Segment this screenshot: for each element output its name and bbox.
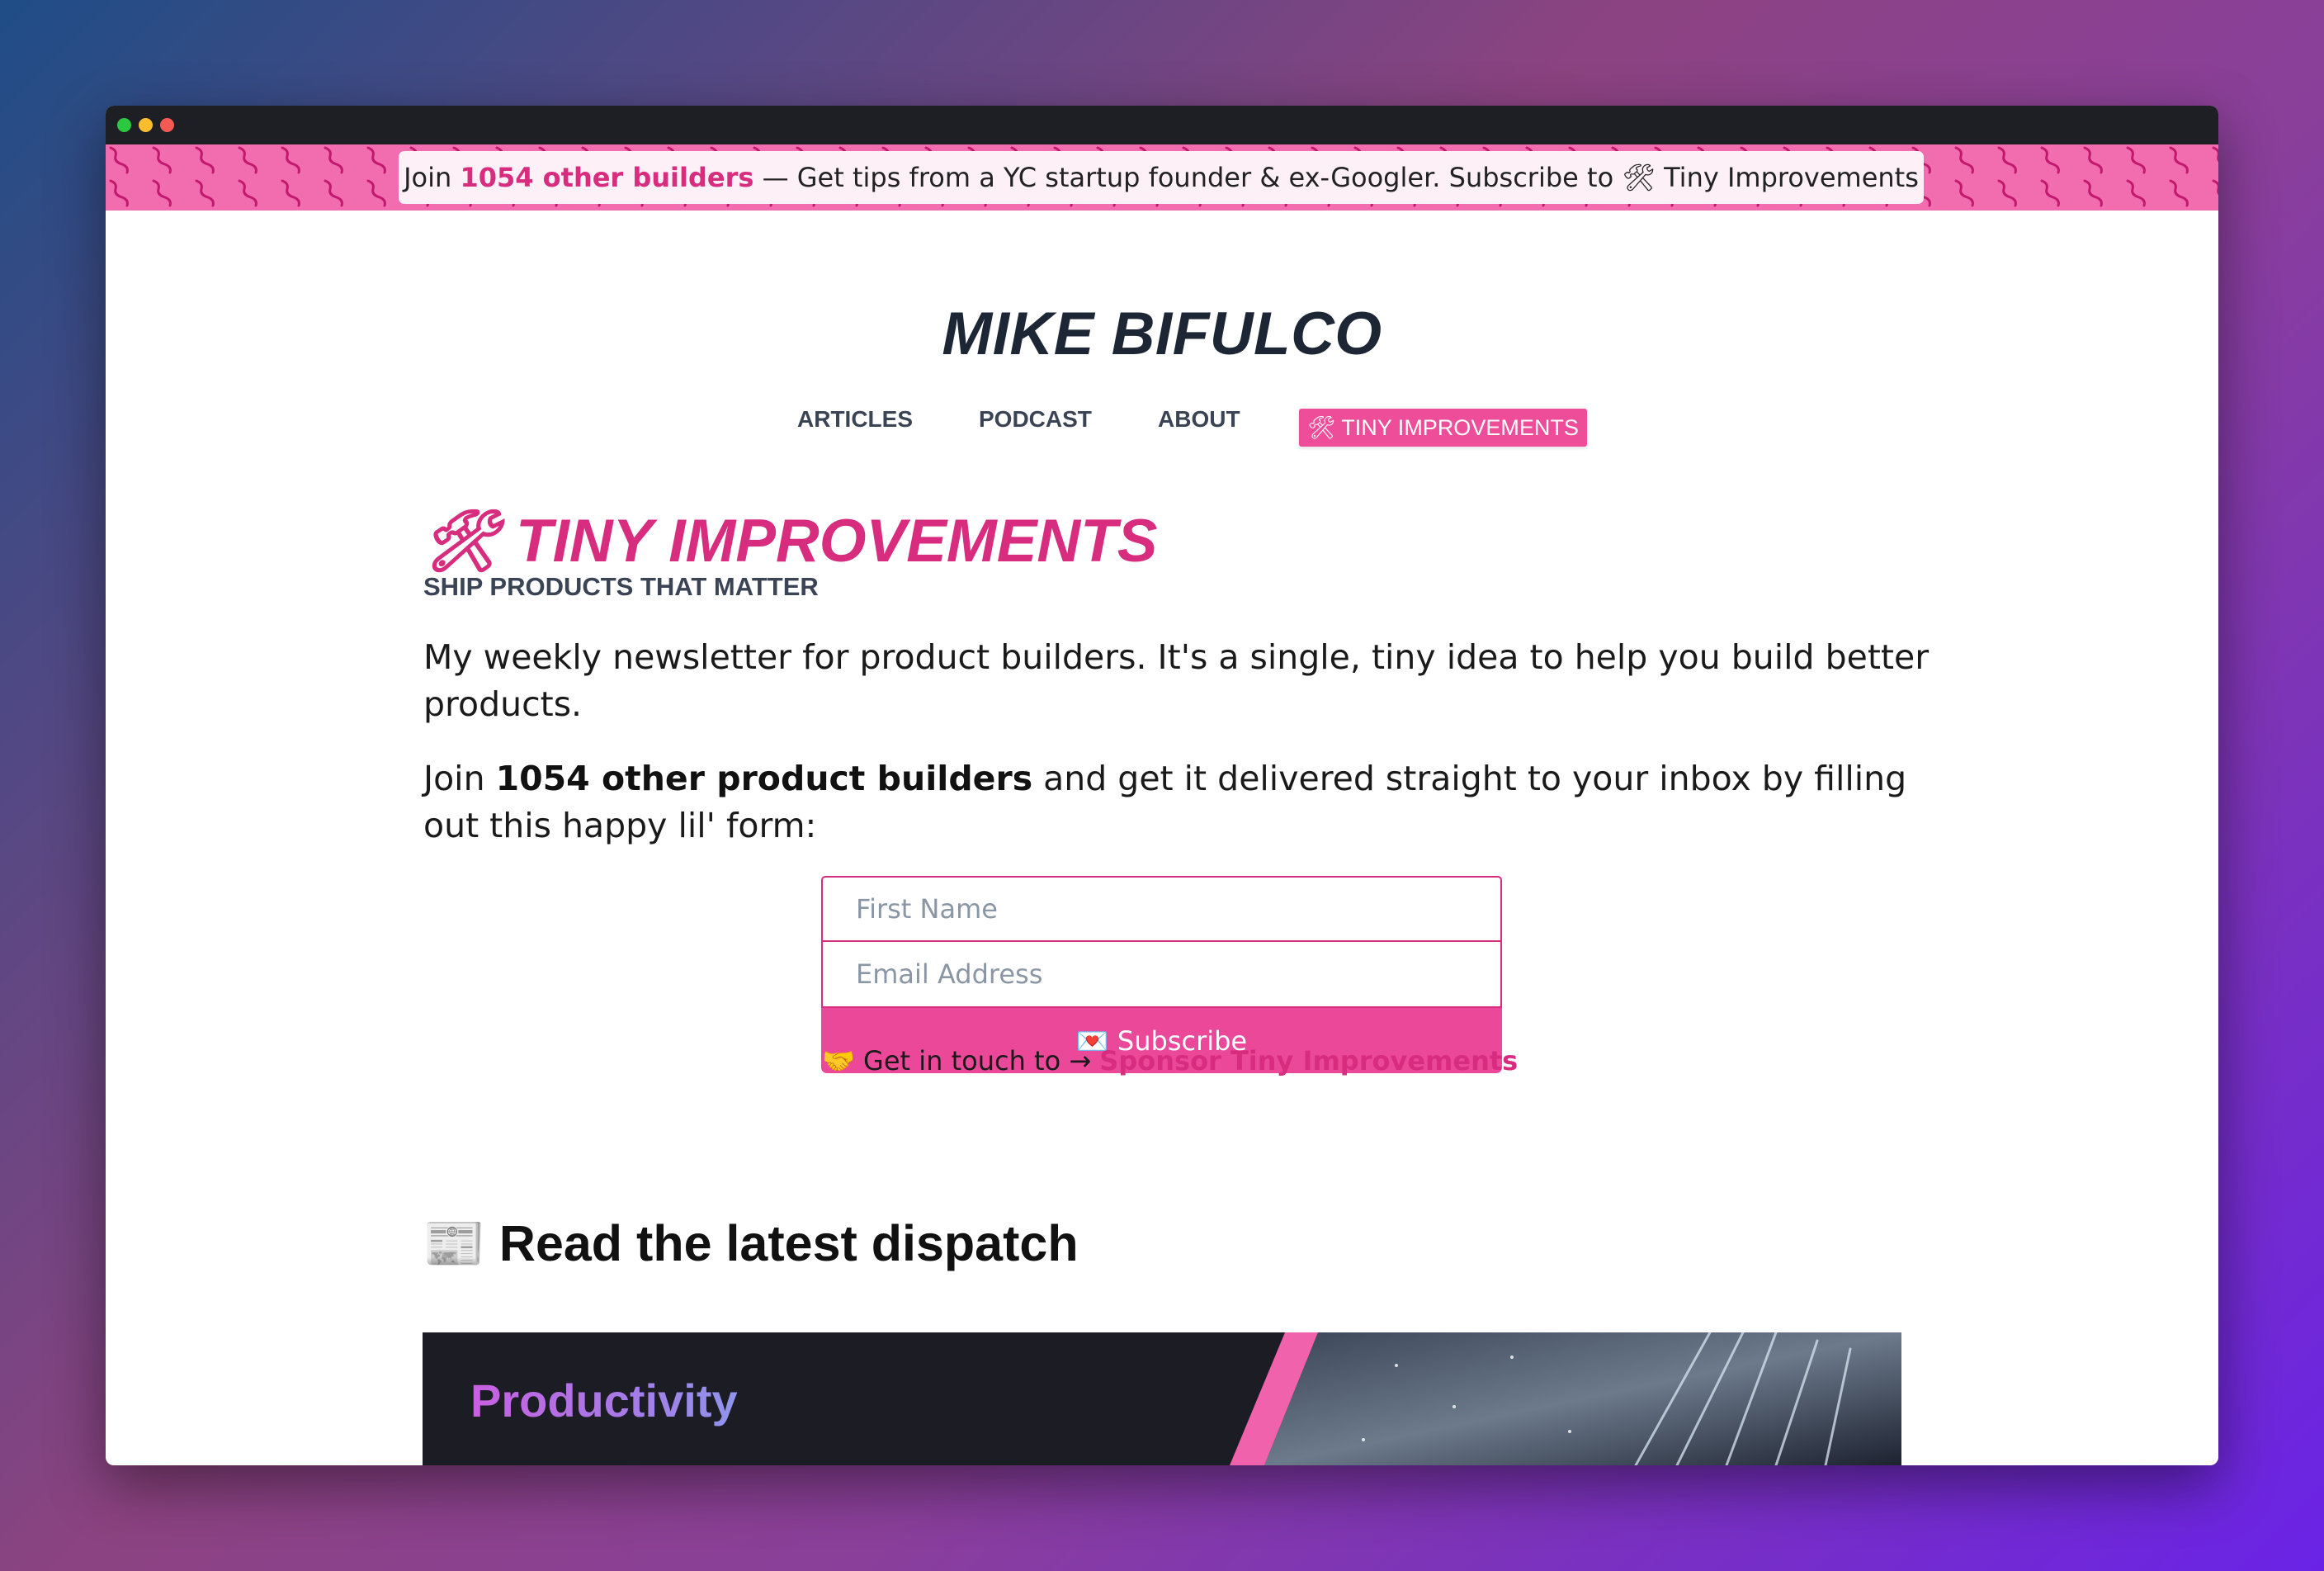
banner-join-text: Join: [404, 162, 461, 193]
banner-message[interactable]: Join 1054 other builders — Get tips from…: [399, 151, 1924, 204]
window-maximize-button[interactable]: [117, 118, 131, 132]
nav-about[interactable]: ABOUT: [1158, 400, 1240, 438]
sponsor-line: 🤝 Get in touch to → Sponsor Tiny Improve…: [822, 1045, 1518, 1077]
nav-tiny-improvements[interactable]: 🛠 TINY IMPROVEMENTS: [1299, 409, 1587, 447]
join-count: 1054 other product builders: [495, 759, 1033, 798]
window-minimize-button[interactable]: [139, 118, 153, 132]
join-paragraph: Join 1054 other product builders and get…: [423, 755, 1934, 849]
banner-subscriber-count: 1054 other builders: [460, 162, 754, 193]
latest-dispatch-heading: 📰 Read the latest dispatch: [423, 1214, 1079, 1273]
first-name-input[interactable]: [821, 876, 1502, 942]
sponsor-text: Get in touch to →: [854, 1045, 1100, 1077]
join-prefix: Join: [423, 759, 496, 798]
tool-icon: 🛠: [423, 508, 499, 575]
page-tagline: SHIP PRODUCTS THAT MATTER: [423, 572, 819, 601]
newspaper-icon: 📰: [423, 1215, 485, 1271]
banner-newsletter-name: Tiny Improvements: [1655, 162, 1919, 193]
window-close-button[interactable]: [160, 118, 174, 132]
nav-articles[interactable]: ARTICLES: [797, 400, 913, 438]
tool-icon: 🛠: [1622, 162, 1656, 193]
site-title[interactable]: MIKE BIFULCO: [106, 300, 2218, 368]
page-title-text: TINY IMPROVEMENTS: [515, 508, 1158, 575]
latest-dispatch-card[interactable]: Productivity: [423, 1332, 1901, 1465]
subscribe-form: 💌 Subscribe: [821, 876, 1502, 1073]
sponsor-link[interactable]: Sponsor Tiny Improvements: [1099, 1045, 1518, 1077]
window-titlebar: [106, 106, 2218, 144]
intro-paragraph: My weekly newsletter for product builder…: [423, 637, 1930, 724]
tool-icon: 🛠: [1307, 415, 1336, 440]
email-input[interactable]: [821, 942, 1502, 1008]
page-title: 🛠 TINY IMPROVEMENTS: [423, 505, 1157, 576]
latest-dispatch-heading-text: Read the latest dispatch: [498, 1215, 1079, 1271]
newsletter-banner: Join 1054 other builders — Get tips from…: [106, 144, 2218, 211]
nav-podcast[interactable]: PODCAST: [979, 400, 1092, 438]
handshake-icon: 🤝: [822, 1045, 855, 1077]
nav-tiny-improvements-label: TINY IMPROVEMENTS: [1341, 415, 1579, 440]
browser-window: Join 1054 other builders — Get tips from…: [106, 106, 2218, 1465]
banner-description: — Get tips from a YC startup founder & e…: [753, 162, 1623, 193]
card-category-label: Productivity: [470, 1375, 738, 1427]
